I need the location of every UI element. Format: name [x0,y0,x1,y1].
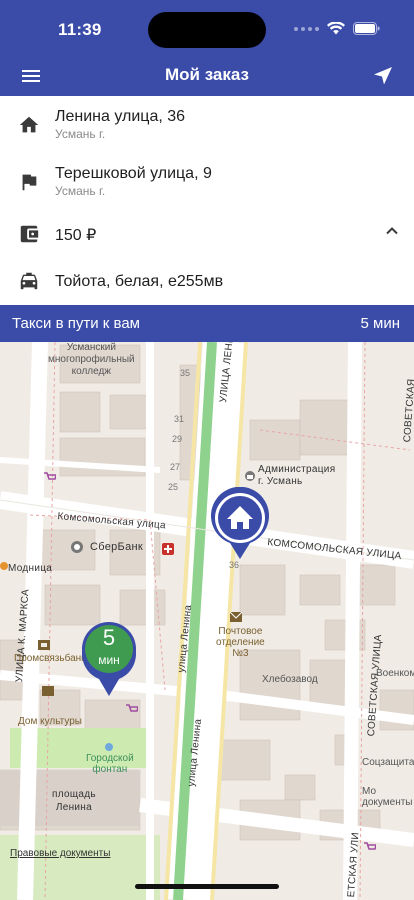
taxi-eta-pin[interactable]: 5 мин [82,620,142,696]
dynamic-island [148,12,266,48]
shopping-cart-icon [44,472,56,480]
destination-address-row[interactable]: Терешковой улица, 9 Усмань г. [0,154,414,210]
destination-street: Терешковой улица, 9 [55,165,212,182]
pickup-city: Усмань г. [55,127,106,141]
pharmacy-icon [162,543,174,555]
car-description: Тойота, белая, е255мв [55,273,224,290]
wallet-icon [20,225,39,243]
home-icon [19,116,39,133]
app-bar: Мой заказ [0,56,414,96]
shopping-cart-icon-3 [364,842,376,850]
fountain-icon [105,743,113,751]
map-label-khlebozavod: Хлебозавод [262,674,318,685]
map-label-house-31: 31 [174,414,185,424]
map-label-promsvyazbank: Промсвязьбанк [14,653,86,664]
status-time: 11:39 [58,20,102,39]
map-label-college: Усманский многопрофильный колледж [48,342,135,377]
status-bar: 11:39 [0,0,414,56]
pickup-home-pin[interactable] [210,486,270,561]
bank-icon [38,640,50,650]
home-pin-icon [211,486,269,559]
administration-icon [245,471,255,481]
cellular-dots-icon [294,26,319,31]
map-label-voenkomat: Военкомат [376,668,414,679]
map-label-house-25: 25 [168,482,179,492]
map-label-sotszashchita: Соцзащита [362,757,414,768]
price-value: 150 ₽ [55,227,97,244]
pickup-address-row[interactable]: Ленина улица, 36 Усмань г. [0,96,414,154]
map-label-house-29: 29 [172,434,183,444]
map-label-museum: Мо документы [362,786,413,808]
trip-eta: 5 мин [360,315,401,332]
map-label-house-36: 36 [229,560,240,570]
map-label-house-35: 35 [180,368,191,378]
pickup-street: Ленина улица, 36 [55,108,186,125]
map-label-post: Почтовое отделение №3 [216,626,265,659]
map-label-sberbank: СберБанк [90,541,143,553]
map-label-modnitsa: Модница [8,563,53,574]
map-label-fountain: Городской фонтан [86,753,134,775]
map-label-house-27: 27 [170,462,181,472]
sberbank-icon [71,541,83,553]
navigation-arrow-icon [374,67,392,85]
map-label-square: площадь Ленина [52,789,96,813]
taxi-eta-unit: мин [98,653,120,667]
map-label-dom-kultury: Дом культуры [18,716,82,727]
flag-icon [22,174,37,191]
trip-status-bar: Такси в пути к вам 5 мин [0,305,414,342]
taxi-eta-minutes: 5 [102,625,116,650]
shopping-cart-icon-2 [126,704,138,712]
status-icons [294,22,380,35]
shop-dot-icon [0,562,8,570]
car-row: Тойота, белая, е255мв [0,258,414,305]
destination-city: Усмань г. [55,184,106,198]
post-office-icon [230,612,242,622]
taxi-car-icon [20,272,38,290]
trip-status-text: Такси в пути к вам [12,315,140,332]
collapse-chevron-icon[interactable] [384,223,400,239]
wifi-icon [327,22,345,35]
legal-documents-link[interactable]: Правовые документы [10,848,110,859]
locate-button[interactable] [372,65,394,87]
home-indicator[interactable] [135,884,279,889]
map-base [0,342,414,900]
theater-icon [42,686,54,696]
map-label-administration: Администрация г. Усмань [258,464,336,487]
map-view[interactable]: Усманский многопрофильный колледж 35 31 … [0,342,414,900]
page-title: Мой заказ [164,65,250,84]
battery-icon [353,22,380,35]
price-row[interactable]: 150 ₽ [0,210,414,258]
